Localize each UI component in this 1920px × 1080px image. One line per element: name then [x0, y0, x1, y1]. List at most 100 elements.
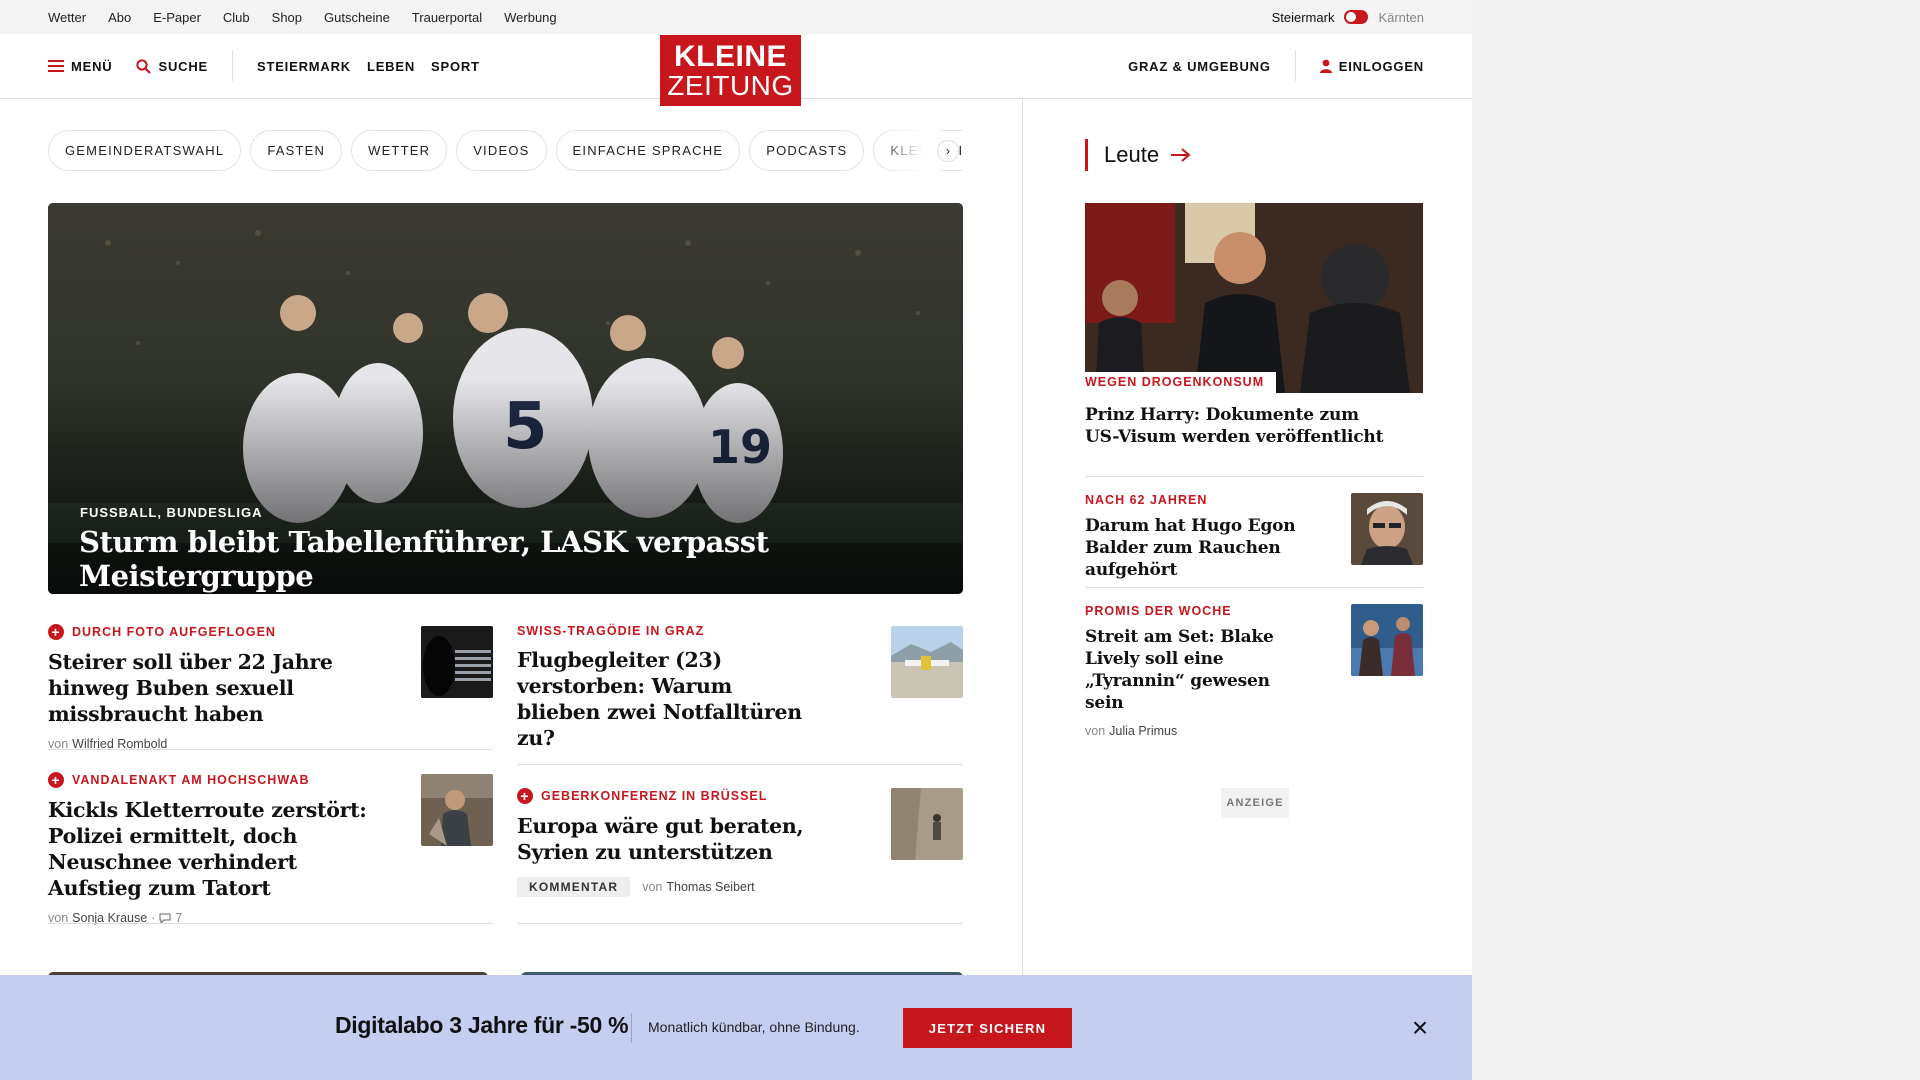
chip-gemeinderatswahl[interactable]: GEMEINDERATSWAHL	[48, 130, 242, 171]
thumbnail-image	[891, 626, 963, 698]
user-icon	[1319, 59, 1332, 73]
nav-steiermark[interactable]: STEIERMARK	[257, 59, 351, 74]
utility-link-trauerportal[interactable]: Trauerportal	[412, 10, 482, 25]
article-teaser[interactable]: + DURCH FOTO AUFGEFLOGEN Steirer soll übe…	[48, 624, 393, 751]
chip-einfache-sprache[interactable]: EINFACHE SPRACHE	[555, 130, 741, 171]
nav-leben[interactable]: LEBEN	[367, 59, 415, 74]
divider	[48, 749, 493, 750]
utility-link-wetter[interactable]: Wetter	[48, 10, 86, 25]
article-thumbnail[interactable]	[421, 774, 493, 846]
topic-chips: GEMEINDERATSWAHL FASTEN WETTER VIDEOS EI…	[48, 130, 963, 172]
search-button[interactable]: SUCHE	[136, 59, 208, 74]
promo-divider	[631, 1013, 632, 1043]
hero-title[interactable]: Sturm bleibt Tabellenführer, LASK verpas…	[79, 525, 963, 593]
sidebar-thumbnail[interactable]	[1351, 493, 1423, 565]
ad-label: ANZEIGE	[1221, 788, 1289, 818]
login-button[interactable]: EINLOGGEN	[1319, 58, 1424, 74]
divider	[517, 923, 963, 924]
divider	[48, 923, 493, 924]
thumbnail-image	[421, 626, 493, 698]
byline-prefix: von	[1085, 724, 1106, 738]
nav-left: MENÜ SUCHE STEIERMARK LEBEN SPORT	[48, 34, 480, 98]
article-thumbnail[interactable]	[891, 626, 963, 698]
divider	[1085, 476, 1423, 477]
sidebar-teaser[interactable]: NACH 62 JAHREN Darum hat Hugo Egon Balde…	[1085, 493, 1335, 581]
sidebar-title[interactable]: Prinz Harry: Dokumente zum US-Visum werd…	[1085, 404, 1385, 448]
sidebar-kicker: WEGEN DROGENKONSUM	[1085, 372, 1277, 393]
utility-links: Wetter Abo E-Paper Club Shop Gutscheine …	[48, 0, 557, 34]
sidebar-heading-label: Leute	[1104, 142, 1160, 167]
sidebar-hero-photo	[1085, 203, 1423, 393]
region-kaernten[interactable]: Kärnten	[1378, 10, 1424, 25]
article-thumbnail[interactable]	[421, 626, 493, 698]
nav-divider	[232, 51, 233, 81]
menu-label: MENÜ	[71, 58, 113, 74]
article-title[interactable]: Kickls Kletterroute zerstört: Polizei er…	[48, 797, 393, 901]
divider	[517, 764, 963, 765]
site-logo[interactable]: KLEINE ZEITUNG	[660, 35, 801, 106]
article-author[interactable]: Thomas Seibert	[666, 880, 754, 894]
sidebar-title[interactable]: Darum hat Hugo Egon Balder zum Rauchen a…	[1085, 515, 1335, 581]
utility-link-abo[interactable]: Abo	[108, 10, 131, 25]
article-teaser[interactable]: + GEBERKONFERENZ IN BRÜSSEL Europa wäre g…	[517, 788, 817, 897]
logo-line-1: KLEINE	[673, 39, 787, 73]
divider	[1085, 587, 1423, 588]
search-label: SUCHE	[158, 58, 208, 74]
article-teaser[interactable]: + VANDALENAKT AM HOCHSCHWAB Kickls Klette…	[48, 772, 393, 925]
region-steiermark[interactable]: Steiermark	[1272, 10, 1335, 25]
arrow-right-icon	[1171, 148, 1191, 162]
hero-kicker: FUSSBALL, BUNDESLIGA	[80, 505, 263, 520]
utility-link-shop[interactable]: Shop	[272, 10, 302, 25]
chip-scroll-right-button[interactable]: ›	[937, 140, 959, 162]
sidebar-teaser[interactable]: PROMIS DER WOCHE Streit am Set: Blake Li…	[1085, 604, 1335, 738]
utility-link-gutscheine[interactable]: Gutscheine	[324, 10, 390, 25]
login-label: EINLOGGEN	[1338, 58, 1424, 74]
chevron-right-icon: ›	[946, 144, 950, 158]
article-author[interactable]: Julia Primus	[1109, 724, 1177, 738]
sidebar-heading[interactable]: Leute	[1085, 139, 1191, 171]
article-kicker: GEBERKONFERENZ IN BRÜSSEL	[541, 789, 768, 803]
article-kicker: DURCH FOTO AUFGEFLOGEN	[72, 625, 276, 639]
region-toggle[interactable]	[1344, 10, 1369, 24]
article-title[interactable]: Europa wäre gut beraten, Syrien zu unter…	[517, 813, 817, 865]
column-divider	[1022, 99, 1023, 979]
chip-videos[interactable]: VIDEOS	[456, 130, 547, 171]
nav-graz-umgebung[interactable]: GRAZ & UMGEBUNG	[1128, 59, 1271, 74]
thumbnail-image	[1351, 493, 1423, 565]
utility-link-club[interactable]: Club	[223, 10, 250, 25]
chip-fasten[interactable]: FASTEN	[250, 130, 343, 171]
promo-title: Digitalabo 3 Jahre für -50 %	[335, 1012, 629, 1038]
nav-right: GRAZ & UMGEBUNG EINLOGGEN	[1128, 34, 1424, 98]
byline-prefix: von	[642, 880, 663, 894]
nav-sport[interactable]: SPORT	[431, 59, 480, 74]
article-title[interactable]: Flugbegleiter (23) verstorben: Warum bli…	[517, 647, 817, 751]
chip-wetter[interactable]: WETTER	[351, 130, 448, 171]
region-switch: Steiermark Kärnten	[1272, 0, 1424, 34]
comment-badge: KOMMENTAR	[517, 877, 631, 897]
sidebar-kicker: PROMIS DER WOCHE	[1085, 604, 1232, 618]
chip-podcasts[interactable]: PODCASTS	[749, 130, 865, 171]
sidebar-thumbnail[interactable]	[1351, 604, 1423, 676]
article-thumbnail[interactable]	[891, 788, 963, 860]
close-icon[interactable]: ×	[1408, 1014, 1432, 1042]
hero-article[interactable]: 5 19 FUSSBALL, BUNDESLIGA Sturm bleibt T…	[48, 203, 963, 594]
promo-cta-button[interactable]: JETZT SICHERN	[903, 1008, 1072, 1048]
plus-icon: +	[48, 624, 64, 640]
article-kicker: SWISS-TRAGÖDIE IN GRAZ	[517, 624, 705, 638]
promo-subtitle: Monatlich kündbar, ohne Bindung.	[648, 1019, 860, 1035]
plus-icon: +	[517, 788, 533, 804]
sidebar-title[interactable]: Streit am Set: Blake Lively soll eine „T…	[1085, 626, 1295, 714]
utility-bar: Wetter Abo E-Paper Club Shop Gutscheine …	[0, 0, 1472, 34]
sidebar-hero-image[interactable]	[1085, 203, 1423, 393]
article-teaser[interactable]: SWISS-TRAGÖDIE IN GRAZ Flugbegleiter (23…	[517, 624, 817, 751]
comment-icon	[159, 913, 171, 924]
article-title[interactable]: Steirer soll über 22 Jahre hinweg Buben …	[48, 649, 393, 727]
utility-link-werbung[interactable]: Werbung	[504, 10, 557, 25]
article-kicker: VANDALENAKT AM HOCHSCHWAB	[72, 773, 310, 787]
plus-icon: +	[48, 772, 64, 788]
utility-link-epaper[interactable]: E-Paper	[153, 10, 201, 25]
thumbnail-image	[891, 788, 963, 860]
chips-fade	[880, 130, 940, 172]
menu-button[interactable]: MENÜ	[48, 59, 112, 74]
logo-line-2: ZEITUNG	[667, 69, 794, 101]
